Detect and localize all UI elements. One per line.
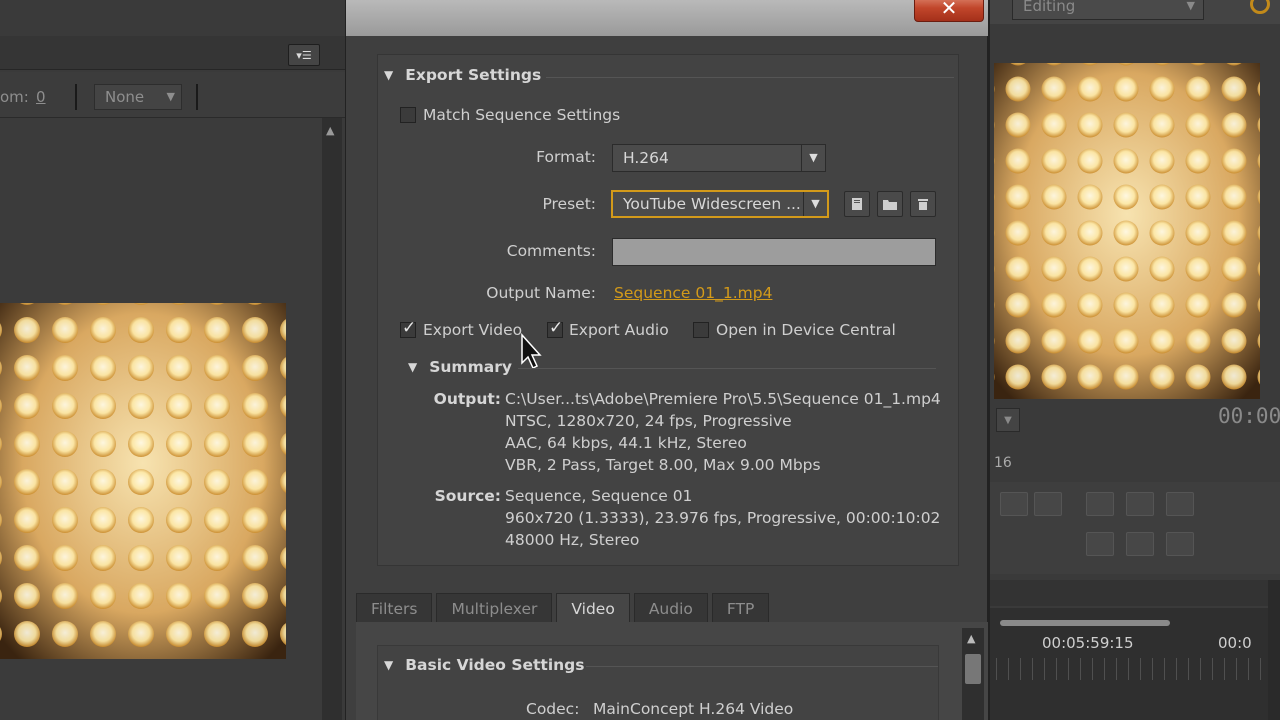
save-preset-button[interactable] bbox=[844, 191, 870, 217]
extract-icon[interactable] bbox=[1126, 492, 1154, 516]
output-summary-key: Output: bbox=[433, 390, 501, 408]
source-summary-line: Sequence, Sequence 01 bbox=[505, 487, 693, 505]
export-video-label: Export Video bbox=[423, 321, 523, 339]
scroll-up-icon[interactable]: ▲ bbox=[326, 124, 334, 137]
play-icon[interactable] bbox=[1000, 492, 1028, 516]
match-sequence-label: Match Sequence Settings bbox=[423, 106, 621, 124]
fit-select-value: None bbox=[105, 88, 145, 106]
export-settings-dialog: ✕ ▼ Export Settings Match Sequence Setti… bbox=[345, 0, 990, 720]
folder-icon bbox=[883, 200, 897, 210]
import-preset-button[interactable] bbox=[877, 191, 903, 217]
tab-filters[interactable]: Filters bbox=[356, 593, 433, 623]
chevron-down-icon: ▼ bbox=[801, 145, 825, 171]
delete-preset-button[interactable] bbox=[910, 191, 936, 217]
vertical-scrollbar[interactable]: ▲ bbox=[962, 628, 984, 720]
frame-label: 16 bbox=[994, 455, 1012, 471]
export-audio-checkbox[interactable] bbox=[547, 318, 563, 338]
divider bbox=[586, 666, 938, 667]
tab-multiplexer[interactable]: Multiplexer bbox=[436, 593, 553, 623]
source-monitor-panel: ▾☰ om: 0 None ▼ ▲ bbox=[0, 0, 345, 720]
time-ruler[interactable] bbox=[996, 658, 1266, 680]
panel-menu-icon[interactable]: ▾☰ bbox=[288, 44, 320, 66]
output-summary-line: AAC, 64 kbps, 44.1 kHz, Stereo bbox=[505, 434, 747, 452]
tab-video[interactable]: Video bbox=[556, 593, 630, 623]
close-button[interactable]: ✕ bbox=[914, 0, 984, 22]
codec-label: Codec: bbox=[526, 700, 580, 718]
section-title: Summary bbox=[429, 358, 512, 376]
workspace-select[interactable]: Editing ▼ bbox=[1012, 0, 1204, 20]
vertical-scrollbar[interactable] bbox=[1268, 580, 1280, 720]
mouse-cursor-icon bbox=[521, 333, 542, 370]
comments-label: Comments: bbox=[506, 242, 596, 260]
source-summary-line: 48000 Hz, Stereo bbox=[505, 531, 640, 549]
output-summary-line: NTSC, 1280x720, 24 fps, Progressive bbox=[505, 412, 792, 430]
preset-value: YouTube Widescreen ... bbox=[623, 195, 801, 213]
chevron-down-icon: ▼ bbox=[166, 90, 175, 103]
codec-value: MainConcept H.264 Video bbox=[593, 700, 794, 718]
export-settings-header[interactable]: ▼ Export Settings bbox=[384, 66, 541, 84]
output-name-label: Output Name: bbox=[486, 284, 596, 302]
basic-video-header[interactable]: ▼ Basic Video Settings bbox=[384, 656, 584, 674]
program-monitor-panel: Editing ▼ ▼ 00:00 16 00:05:59:15 00:0 bbox=[990, 0, 1280, 720]
device-central-label: Open in Device Central bbox=[716, 321, 896, 339]
close-icon: ✕ bbox=[940, 0, 958, 20]
divider bbox=[546, 77, 954, 78]
tab-audio[interactable]: Audio bbox=[633, 593, 708, 623]
scrollbar-thumb[interactable] bbox=[965, 654, 981, 684]
chevron-down-icon: ▼ bbox=[803, 192, 827, 216]
divider bbox=[518, 368, 936, 369]
divider bbox=[196, 84, 198, 110]
playhead-timecode: 00:05:59:15 bbox=[1042, 634, 1134, 652]
format-value: H.264 bbox=[623, 149, 669, 167]
export-audio-label: Export Audio bbox=[569, 321, 669, 339]
format-label: Format: bbox=[536, 148, 596, 166]
workspace-value: Editing bbox=[1023, 0, 1076, 15]
program-timecode: 00:00 bbox=[1218, 404, 1280, 428]
output-name-link[interactable]: Sequence 01_1.mp4 bbox=[614, 284, 772, 302]
timeline-header bbox=[990, 580, 1280, 606]
step-forward-icon[interactable] bbox=[1034, 492, 1062, 516]
zoom-label: om: bbox=[0, 88, 29, 106]
collapse-triangle-icon[interactable]: ▼ bbox=[384, 68, 393, 82]
video-frame-preview bbox=[0, 303, 286, 659]
zoom-value[interactable]: 0 bbox=[36, 88, 46, 106]
settings-tabs: Filters Multiplexer Video Audio FTP bbox=[356, 593, 773, 623]
tab-ftp[interactable]: FTP bbox=[711, 593, 770, 623]
program-frame-preview bbox=[994, 63, 1260, 399]
trash-icon bbox=[918, 199, 928, 210]
preset-label: Preset: bbox=[542, 195, 596, 213]
output-summary-line: C:\User...ts\Adobe\Premiere Pro\5.5\Sequ… bbox=[505, 390, 941, 408]
fit-select[interactable]: None ▼ bbox=[94, 84, 182, 110]
vertical-scrollbar[interactable]: ▲ bbox=[322, 118, 342, 720]
dialog-titlebar bbox=[346, 0, 988, 36]
work-area-bar[interactable] bbox=[1000, 620, 1170, 626]
section-title: Export Settings bbox=[405, 66, 542, 84]
device-central-checkbox[interactable] bbox=[693, 322, 709, 338]
divider bbox=[75, 84, 77, 110]
collapse-triangle-icon[interactable]: ▼ bbox=[408, 360, 417, 374]
camera-icon[interactable] bbox=[1166, 532, 1194, 556]
lift-icon[interactable] bbox=[1086, 492, 1114, 516]
source-summary-key: Source: bbox=[434, 487, 501, 505]
scroll-up-icon[interactable]: ▲ bbox=[967, 632, 975, 645]
trim-icon[interactable] bbox=[1086, 532, 1114, 556]
source-summary-line: 960x720 (1.3333), 23.976 fps, Progressiv… bbox=[505, 509, 941, 527]
export-frame-icon[interactable] bbox=[1166, 492, 1194, 516]
export-video-checkbox[interactable] bbox=[400, 318, 416, 338]
format-select[interactable]: H.264 ▼ bbox=[612, 144, 826, 172]
summary-header[interactable]: ▼ Summary bbox=[408, 358, 512, 376]
chevron-down-icon[interactable]: ▼ bbox=[996, 408, 1020, 432]
section-title: Basic Video Settings bbox=[405, 656, 585, 674]
end-timecode: 00:0 bbox=[1218, 634, 1252, 652]
preset-select[interactable]: YouTube Widescreen ... ▼ bbox=[611, 190, 829, 218]
save-preset-icon bbox=[852, 198, 862, 210]
comments-field[interactable] bbox=[612, 238, 936, 266]
match-sequence-checkbox[interactable] bbox=[400, 107, 416, 123]
multicam-icon[interactable] bbox=[1126, 532, 1154, 556]
collapse-triangle-icon[interactable]: ▼ bbox=[384, 658, 393, 672]
transport-controls bbox=[990, 482, 1280, 574]
chevron-down-icon: ▼ bbox=[1186, 0, 1195, 12]
output-summary-line: VBR, 2 Pass, Target 8.00, Max 9.00 Mbps bbox=[505, 456, 821, 474]
